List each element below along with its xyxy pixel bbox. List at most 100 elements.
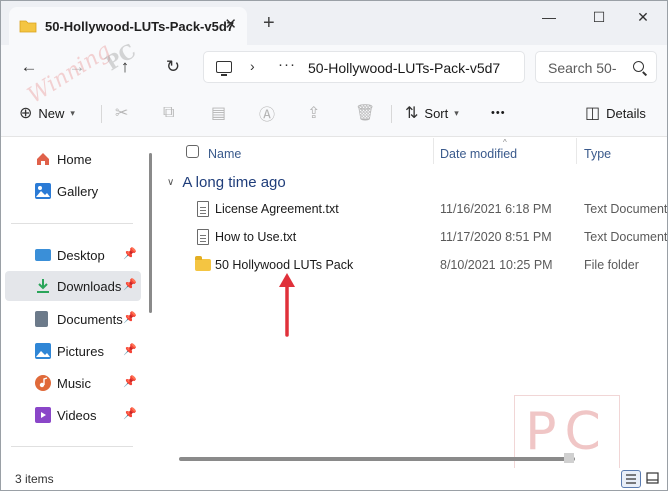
- close-button[interactable]: ✕: [623, 7, 663, 27]
- search-input[interactable]: [548, 59, 626, 77]
- more-options-button[interactable]: •••: [491, 101, 506, 125]
- pin-icon[interactable]: 📌: [123, 407, 137, 420]
- file-row-how-to-use[interactable]: How to Use.txt 11/17/2020 8:51 PM Text D…: [191, 224, 667, 250]
- tab-close-icon[interactable]: ✕: [224, 17, 237, 32]
- column-divider[interactable]: [433, 138, 434, 164]
- pin-icon[interactable]: 📌: [123, 311, 137, 324]
- breadcrumb-overflow-button[interactable]: ···: [278, 56, 296, 73]
- file-date: 11/17/2020 8:51 PM: [440, 230, 552, 244]
- music-icon: [35, 375, 51, 391]
- status-bar: 3 items: [1, 468, 667, 490]
- sort-button-label: Sort: [424, 105, 449, 121]
- share-button[interactable]: ⇪: [307, 101, 326, 125]
- group-header[interactable]: ∨ A long time ago: [167, 172, 286, 192]
- sidebar-item-desktop[interactable]: Desktop 📌: [5, 240, 141, 270]
- select-all-checkbox[interactable]: [186, 145, 199, 158]
- pin-icon[interactable]: 📌: [123, 343, 137, 356]
- sort-button[interactable]: ⇅ Sort ▾: [405, 101, 459, 125]
- search-icon[interactable]: [633, 61, 644, 72]
- pin-icon[interactable]: 📌: [123, 278, 137, 291]
- chevron-down-icon: ▾: [454, 107, 459, 118]
- file-type: Text Document: [584, 202, 668, 216]
- documents-icon: [35, 311, 48, 327]
- command-bar: ⊕ New ▾ ✂ ⧉ ▤ Ⓐ ⇪ 🗑 ⇅ Sort ▾ ••• ◫ Detai…: [1, 89, 667, 137]
- scrollbar-thumb-end[interactable]: [564, 453, 574, 463]
- pin-icon[interactable]: 📌: [123, 247, 137, 260]
- tiles-view-icon: [646, 472, 659, 484]
- tab-title: 50-Hollywood-LUTs-Pack-v5d7: [45, 18, 235, 34]
- sidebar-item-videos[interactable]: Videos 📌: [5, 400, 141, 430]
- sidebar-item-label: Gallery: [57, 183, 99, 199]
- paste-button[interactable]: ▤: [211, 101, 232, 125]
- home-icon: [35, 151, 51, 167]
- sidebar-item-home[interactable]: Home: [5, 144, 141, 174]
- column-divider[interactable]: [576, 138, 577, 164]
- this-pc-icon[interactable]: [216, 61, 232, 76]
- search-box[interactable]: [535, 51, 657, 83]
- delete-button[interactable]: 🗑: [355, 101, 381, 125]
- sidebar-item-music[interactable]: Music 📌: [5, 368, 141, 398]
- sidebar-item-label: Desktop: [57, 247, 105, 263]
- minimize-button[interactable]: —: [529, 7, 569, 27]
- horizontal-scrollbar[interactable]: [179, 457, 575, 461]
- file-row-license[interactable]: License Agreement.txt 11/16/2021 6:18 PM…: [191, 196, 667, 222]
- text-document-icon: [197, 201, 209, 217]
- divider: [101, 105, 102, 123]
- copy-icon: ⧉: [163, 104, 175, 121]
- sidebar-item-gallery[interactable]: Gallery: [5, 176, 141, 206]
- cut-button[interactable]: ✂: [115, 101, 134, 125]
- share-icon: ⇪: [307, 105, 321, 122]
- chevron-down-icon[interactable]: ∨: [167, 177, 174, 188]
- desktop-icon: [35, 249, 51, 261]
- details-view-button[interactable]: [621, 470, 641, 488]
- breadcrumb-current-folder[interactable]: 50-Hollywood-LUTs-Pack-v5d7: [308, 60, 500, 76]
- sidebar-item-label: Downloads: [57, 278, 122, 294]
- sidebar-item-label: Videos: [57, 407, 97, 423]
- navigation-pane: Home Gallery Desktop 📌 Downloads 📌 Docum…: [1, 138, 151, 468]
- sidebar-scrollbar[interactable]: [149, 153, 152, 313]
- item-count: 3 items: [15, 472, 54, 486]
- column-header-name[interactable]: Name: [208, 143, 241, 165]
- copy-button[interactable]: ⧉: [163, 101, 180, 125]
- paste-icon: ▤: [211, 105, 227, 122]
- address-bar[interactable]: › ··· 50-Hollywood-LUTs-Pack-v5d7: [203, 51, 525, 83]
- new-button-label: New: [38, 105, 65, 121]
- maximize-button[interactable]: ☐: [579, 7, 619, 27]
- details-pane-button[interactable]: ◫ Details: [585, 101, 646, 125]
- back-button[interactable]: ←: [17, 55, 41, 79]
- text-document-icon: [197, 229, 209, 245]
- videos-icon: [35, 407, 51, 423]
- rename-button[interactable]: Ⓐ: [259, 101, 281, 125]
- file-type: Text Document: [584, 230, 668, 244]
- divider: [11, 446, 133, 447]
- pin-icon[interactable]: 📌: [123, 375, 137, 388]
- new-button[interactable]: ⊕ New ▾: [19, 101, 75, 125]
- file-row-luts-folder[interactable]: 50 Hollywood LUTs Pack 8/10/2021 10:25 P…: [191, 252, 667, 278]
- file-explorer-window: 50-Hollywood-LUTs-Pack-v5d7 ✕ + — ☐ ✕ ← …: [0, 0, 668, 491]
- file-name: How to Use.txt: [215, 230, 297, 244]
- details-view-icon: [626, 474, 636, 484]
- rename-icon: Ⓐ: [259, 107, 276, 124]
- details-button-label: Details: [606, 105, 646, 121]
- tiles-view-button[interactable]: [644, 470, 664, 488]
- trash-icon: 🗑: [355, 105, 376, 122]
- column-header-type[interactable]: Type: [584, 143, 611, 165]
- sidebar-item-label: Music: [57, 375, 91, 391]
- plus-circle-icon: ⊕: [19, 105, 33, 122]
- sidebar-item-pictures[interactable]: Pictures 📌: [5, 336, 141, 366]
- breadcrumb-chevron-icon[interactable]: ›: [250, 58, 255, 74]
- pictures-icon: [35, 343, 51, 359]
- file-date: 8/10/2021 10:25 PM: [440, 258, 553, 272]
- column-header-date-modified[interactable]: Date modified: [440, 143, 517, 165]
- download-icon: [35, 278, 51, 294]
- new-tab-button[interactable]: +: [263, 13, 275, 33]
- sidebar-item-downloads[interactable]: Downloads 📌: [5, 271, 141, 301]
- divider: [11, 223, 133, 224]
- file-name: License Agreement.txt: [215, 202, 339, 216]
- details-pane-icon: ◫: [585, 105, 601, 122]
- sidebar-item-documents[interactable]: Documents 📌: [5, 304, 141, 334]
- chevron-down-icon: ▾: [70, 107, 75, 118]
- refresh-button[interactable]: ↻: [161, 55, 185, 79]
- file-date: 11/16/2021 6:18 PM: [440, 202, 552, 216]
- scissors-icon: ✂: [115, 105, 129, 122]
